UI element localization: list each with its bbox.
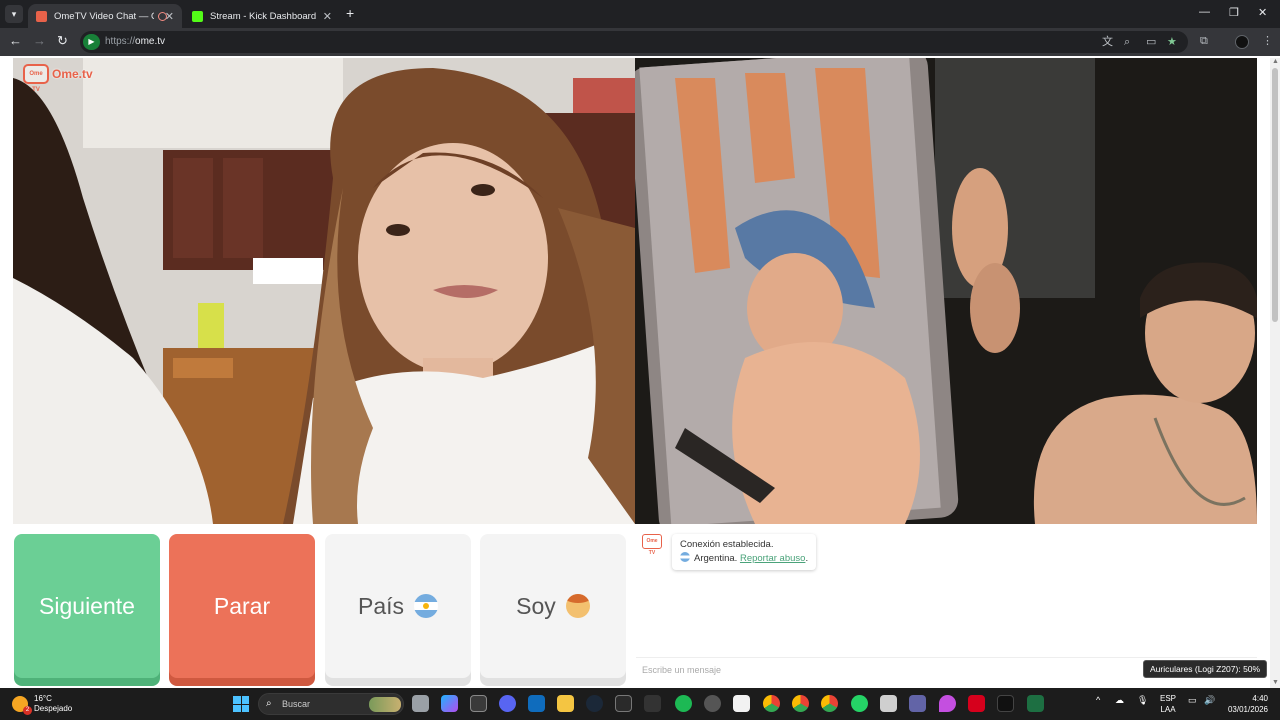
calculator-icon[interactable] bbox=[880, 695, 897, 712]
gender-button[interactable]: Soy bbox=[480, 534, 626, 678]
store-icon[interactable] bbox=[470, 695, 487, 712]
ometv-logo[interactable]: Ome TV Ome.tv bbox=[23, 64, 93, 93]
spotify-icon[interactable] bbox=[675, 695, 692, 712]
obs-icon[interactable] bbox=[704, 695, 721, 712]
new-tab-button[interactable]: + bbox=[346, 5, 354, 21]
weather-condition: Despejado bbox=[34, 704, 73, 713]
forward-icon[interactable]: → bbox=[33, 34, 46, 48]
clock[interactable]: 4:40 03/01/2026 bbox=[1226, 693, 1268, 715]
snipping-tool-icon[interactable] bbox=[733, 695, 750, 712]
weather-icon: 2 bbox=[12, 696, 32, 715]
menu-icon[interactable]: ⋮ bbox=[1262, 35, 1273, 47]
tv-icon: Ome TV bbox=[23, 64, 49, 93]
search-label: Buscar bbox=[282, 699, 311, 709]
argentina-flag-icon bbox=[680, 552, 690, 562]
tab-kick-dashboard[interactable]: Stream - Kick Dashboard ✕ bbox=[184, 4, 340, 28]
search-highlight-image bbox=[369, 697, 401, 712]
weather-widget[interactable]: 2 16°C Despejado bbox=[12, 694, 73, 715]
report-abuse-link[interactable]: Reportar abuso bbox=[740, 553, 805, 564]
bookmark-star-icon[interactable]: ★ bbox=[1167, 36, 1177, 48]
clock-time: 4:40 bbox=[1252, 694, 1268, 703]
whatsapp-icon[interactable] bbox=[851, 695, 868, 712]
weather-badge: 2 bbox=[23, 706, 32, 715]
next-button-label: Siguiente bbox=[39, 592, 135, 619]
excel-icon[interactable] bbox=[1027, 695, 1044, 712]
chrome-profile-icon[interactable] bbox=[792, 695, 809, 712]
remote-video-image bbox=[635, 58, 1257, 524]
country-button-label: País bbox=[357, 592, 405, 619]
scroll-down-icon[interactable]: ▼ bbox=[1272, 679, 1279, 686]
epic-games-icon[interactable] bbox=[615, 695, 632, 712]
teams-icon[interactable] bbox=[909, 695, 926, 712]
network-icon[interactable]: ▭ bbox=[1188, 695, 1197, 706]
partner-country: Argentina. bbox=[694, 553, 738, 564]
tab-title: Stream - Kick Dashboard bbox=[210, 10, 317, 22]
cast-icon[interactable]: ▭ bbox=[1146, 36, 1156, 48]
volume-tooltip: Auriculares (Logi Z207): 50% bbox=[1143, 660, 1268, 678]
local-video-feed: Ome TV Ome.tv bbox=[13, 58, 635, 524]
ometv-favicon-icon bbox=[36, 10, 47, 22]
country-button[interactable]: País bbox=[325, 534, 471, 678]
site-info-icon[interactable]: ▶ bbox=[83, 34, 100, 50]
volume-icon[interactable]: 🔊 bbox=[1204, 695, 1215, 706]
boy-icon bbox=[565, 594, 590, 618]
system-message: Conexión establecida. Argentina. Reporta… bbox=[672, 534, 817, 570]
show-hidden-icons[interactable]: ^ bbox=[1096, 695, 1100, 705]
next-button[interactable]: Siguiente bbox=[14, 534, 160, 678]
tab-search-button[interactable]: ▾ bbox=[5, 5, 23, 23]
reload-icon[interactable]: ↻ bbox=[57, 34, 68, 48]
app-icon[interactable] bbox=[644, 695, 661, 712]
discord-icon[interactable] bbox=[499, 695, 516, 712]
address-bar[interactable]: ▶ https://ome.tv 文 ⌕ ▭ ★ bbox=[80, 31, 1188, 53]
url-text[interactable]: https://ome.tv bbox=[105, 36, 165, 47]
chrome-profile-2-icon[interactable] bbox=[821, 695, 838, 712]
stop-button[interactable]: Parar bbox=[169, 534, 315, 678]
language-indicator[interactable]: ESP LAA bbox=[1160, 693, 1176, 715]
onedrive-icon[interactable]: ☁ bbox=[1115, 695, 1124, 706]
start-button[interactable] bbox=[233, 696, 249, 712]
taskbar-search[interactable]: ⌕ Buscar bbox=[258, 693, 404, 715]
app-drop-icon[interactable] bbox=[939, 695, 956, 712]
tab-title: OmeTV Video Chat — OmeTV bbox=[54, 10, 154, 22]
argentina-flag-icon bbox=[414, 594, 439, 618]
file-explorer-icon[interactable] bbox=[557, 695, 574, 712]
profile-avatar[interactable] bbox=[1235, 35, 1249, 49]
gender-button-label: Soy bbox=[516, 592, 556, 619]
task-view-icon[interactable] bbox=[412, 695, 429, 712]
tiktok-icon[interactable] bbox=[997, 695, 1014, 712]
kick-favicon-icon bbox=[192, 10, 203, 22]
ometv-page: Ome TV Ome.tv Siguiente Parar País Soy O… bbox=[0, 56, 1280, 688]
extensions-icon[interactable]: ⧉ bbox=[1200, 35, 1208, 47]
close-window-button[interactable]: ✕ bbox=[1258, 6, 1267, 19]
chrome-icon[interactable] bbox=[763, 695, 780, 712]
steam-icon[interactable] bbox=[586, 695, 603, 712]
minimize-button[interactable]: — bbox=[1199, 6, 1210, 18]
red-app-icon[interactable] bbox=[968, 695, 985, 712]
taskbar: 2 16°C Despejado ⌕ Buscar ^ ☁ 🎙 ESP LAA … bbox=[0, 688, 1280, 720]
search-icon: ⌕ bbox=[266, 698, 272, 709]
page-scrollbar[interactable]: ▲ ▼ bbox=[1270, 58, 1280, 688]
stop-button-label: Parar bbox=[213, 592, 271, 619]
zoom-icon[interactable]: ⌕ bbox=[1124, 36, 1130, 48]
logo-text: Ome.tv bbox=[52, 67, 93, 81]
clock-date: 03/01/2026 bbox=[1227, 705, 1268, 714]
back-icon[interactable]: ← bbox=[9, 34, 22, 48]
translate-icon[interactable]: 文 bbox=[1102, 36, 1113, 48]
scrollbar-thumb[interactable] bbox=[1272, 68, 1278, 322]
close-tab-icon[interactable]: ✕ bbox=[323, 10, 332, 23]
close-tab-icon[interactable]: ✕ bbox=[165, 10, 174, 23]
scroll-up-icon[interactable]: ▲ bbox=[1272, 58, 1279, 65]
remote-video-feed bbox=[635, 58, 1257, 524]
copilot-icon[interactable] bbox=[441, 695, 458, 712]
outlook-icon[interactable] bbox=[528, 695, 545, 712]
weather-temp: 16°C bbox=[34, 694, 52, 703]
maximize-button[interactable]: ❐ bbox=[1229, 6, 1239, 19]
tab-ometv[interactable]: OmeTV Video Chat — OmeTV ✕ bbox=[28, 4, 182, 28]
local-video-image bbox=[13, 58, 635, 524]
tab-strip: ▾ OmeTV Video Chat — OmeTV ✕ Stream - Ki… bbox=[0, 0, 1280, 28]
microphone-icon[interactable]: 🎙 bbox=[1137, 695, 1148, 706]
connection-status: Conexión establecida. bbox=[680, 539, 774, 550]
browser-toolbar: ← → ↻ ▶ https://ome.tv 文 ⌕ ▭ ★ ⧉ ⋮ bbox=[0, 28, 1280, 56]
ometv-chat-icon: Ome TV bbox=[642, 534, 662, 556]
